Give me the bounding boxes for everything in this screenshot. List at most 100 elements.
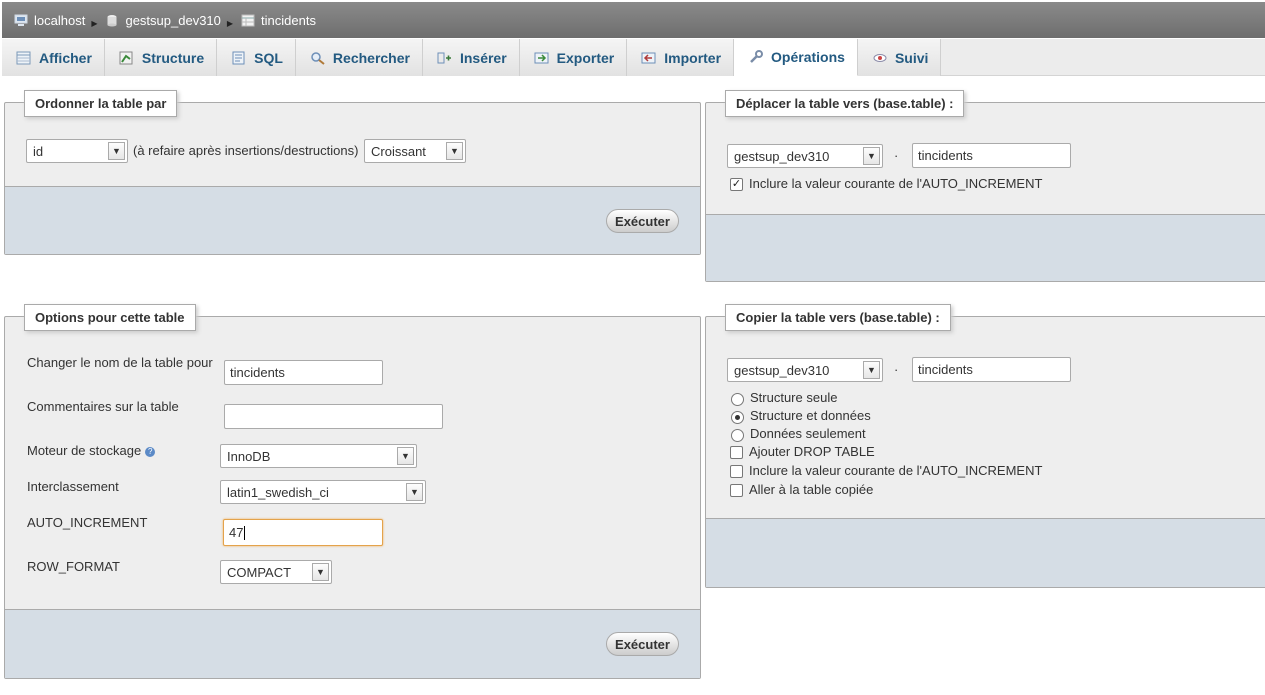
move-panel: Déplacer la table vers (base.table) : ge… [705,90,1265,282]
comment-input[interactable] [224,404,443,429]
copy-auto-increment-checkbox[interactable] [730,465,743,478]
tab-sql-label[interactable]: SQL [254,50,283,66]
breadcrumb-server[interactable]: localhost [14,13,85,28]
radio-structure-only-label[interactable]: Structure seule [750,390,837,405]
radio-data-only-label[interactable]: Données seulement [750,426,866,441]
radio-data-only[interactable] [731,429,744,442]
chevron-down-icon: ▼ [108,142,125,160]
chevron-down-icon: ▼ [863,361,880,379]
chevron-down-icon: ▼ [397,447,414,465]
tab-rechercher-label[interactable]: Rechercher [333,50,410,66]
eye-icon [873,53,887,62]
drop-table-label[interactable]: Ajouter DROP TABLE [749,444,875,459]
breadcrumb-database[interactable]: gestsup_dev310 [105,13,221,28]
engine-select[interactable]: InnoDB ▼ [220,444,417,468]
comment-label: Commentaires sur la table [27,399,179,414]
order-note: (à refaire après insertions/destructions… [133,143,359,158]
text-cursor [244,525,246,540]
rename-input[interactable]: tincidents [224,360,383,385]
tab-suivi-label[interactable]: Suivi [895,50,928,66]
breadcrumb-server-label[interactable]: localhost [34,13,85,28]
options-panel: Options pour cette table Changer le nom … [4,304,701,679]
move-legend: Déplacer la table vers (base.table) : [725,90,965,117]
server-icon [14,14,28,26]
radio-structure-data[interactable] [731,411,744,424]
tab-afficher-label[interactable]: Afficher [39,50,92,66]
copy-auto-increment-label[interactable]: Inclure la valeur courante de l'AUTO_INC… [749,463,1042,478]
chevron-down-icon: ▼ [863,147,880,165]
goto-copied-label[interactable]: Aller à la table copiée [749,482,873,497]
order-direction-value: Croissant [371,143,426,159]
collation-select[interactable]: latin1_swedish_ci ▼ [220,480,426,504]
order-panel: Ordonner la table par id ▼ (à refaire ap… [4,90,701,255]
tab-operations-label[interactable]: Opérations [771,49,845,65]
breadcrumb: localhost ▶ gestsup_dev310 ▶ tincidents [2,2,1265,38]
breadcrumb-table-label[interactable]: tincidents [261,13,316,28]
tab-inserer[interactable]: Insérer [422,39,520,76]
drop-table-checkbox[interactable] [730,446,743,459]
row-format-value: COMPACT [227,564,292,580]
move-auto-increment-checkbox[interactable]: ✓ [730,178,743,191]
radio-structure-only[interactable] [731,393,744,406]
copy-db-select[interactable]: gestsup_dev310 ▼ [727,358,883,382]
radio-structure-data-label[interactable]: Structure et données [750,408,871,423]
breadcrumb-arrow-icon: ▶ [91,18,98,28]
move-table-input[interactable]: tincidents [912,143,1071,168]
structure-icon [119,51,133,64]
options-panel-footer [5,609,700,678]
tab-inserer-label[interactable]: Insérer [460,50,507,66]
goto-copied-checkbox[interactable] [730,484,743,497]
tab-suivi[interactable]: Suivi [857,39,942,76]
export-icon [534,52,549,63]
breadcrumb-table[interactable]: tincidents [241,13,316,28]
engine-value: InnoDB [227,448,271,464]
collation-value: latin1_swedish_ci [227,484,329,500]
rename-label: Changer le nom de la table pour [27,355,213,370]
tab-rechercher[interactable]: Rechercher [295,39,423,76]
order-panel-footer [5,186,700,254]
insert-icon [437,52,451,63]
breadcrumb-database-label[interactable]: gestsup_dev310 [125,13,220,28]
tab-sql[interactable]: SQL [217,39,296,76]
order-legend: Ordonner la table par [24,90,178,117]
tab-importer-label[interactable]: Importer [664,50,721,66]
move-separator: · [894,148,899,163]
copy-panel-footer [706,518,1265,587]
move-auto-increment-label[interactable]: Inclure la valeur courante de l'AUTO_INC… [749,176,1042,191]
browse-icon [16,51,31,64]
copy-panel: Copier la table vers (base.table) : gest… [705,304,1265,588]
tab-importer[interactable]: Importer [627,39,735,76]
order-direction-select[interactable]: Croissant ▼ [364,139,466,163]
help-icon[interactable]: ? [145,446,156,457]
breadcrumb-arrow-icon: ▶ [226,18,234,28]
auto-increment-input[interactable]: 47 [223,519,383,546]
row-format-select[interactable]: COMPACT ▼ [220,560,332,584]
auto-increment-label: AUTO_INCREMENT [27,515,148,530]
tab-structure[interactable]: Structure [104,39,218,76]
order-execute-button[interactable]: Exécuter [606,209,679,233]
move-db-value: gestsup_dev310 [734,148,830,164]
options-execute-button[interactable]: Exécuter [606,632,679,656]
sql-icon [232,51,245,64]
table-icon [241,14,255,26]
copy-db-value: gestsup_dev310 [734,362,830,378]
tab-bar: Afficher Structure SQL Rechercher Insére… [2,39,1265,76]
search-icon [311,51,325,65]
tab-operations[interactable]: Opérations [734,39,858,76]
move-db-select[interactable]: gestsup_dev310 ▼ [727,144,883,168]
import-icon [641,52,656,63]
engine-label: Moteur de stockage? [27,443,156,458]
chevron-down-icon: ▼ [406,483,423,501]
copy-separator: · [894,362,899,377]
tab-afficher[interactable]: Afficher [2,39,105,76]
order-column-select[interactable]: id ▼ [26,139,128,163]
chevron-down-icon: ▼ [446,142,463,160]
row-format-label: ROW_FORMAT [27,559,120,574]
tab-exporter[interactable]: Exporter [519,39,628,76]
chevron-down-icon: ▼ [312,563,329,581]
tab-exporter-label[interactable]: Exporter [557,50,615,66]
tab-structure-label[interactable]: Structure [142,50,204,66]
move-table-value: tincidents [918,148,973,163]
database-icon [107,14,117,26]
copy-table-input[interactable]: tincidents [912,357,1071,382]
